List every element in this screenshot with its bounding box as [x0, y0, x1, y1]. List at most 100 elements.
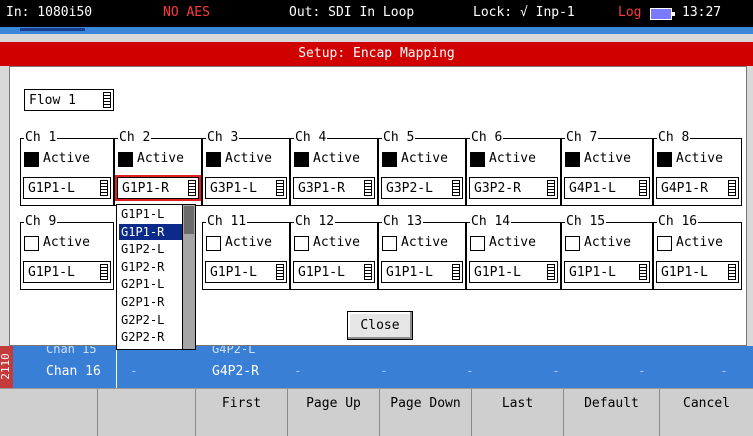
active-label: Active	[137, 151, 184, 166]
mapping-select-value: G1P1-L	[28, 265, 75, 280]
list-option[interactable]: G2P1-L	[119, 276, 183, 292]
list-scrollbar[interactable]	[182, 205, 195, 349]
dropdown-grip-icon	[100, 264, 108, 280]
mapping-select[interactable]: G1P1-L	[23, 177, 111, 199]
active-checkbox[interactable]	[382, 152, 397, 167]
page-up-button[interactable]: Page Up	[288, 389, 380, 436]
mapping-select-value: G1P1-L	[386, 265, 433, 280]
mapping-select-value: G1P1-L	[210, 265, 257, 280]
channel-label: Ch 13	[382, 214, 424, 229]
dropdown-grip-icon	[364, 264, 372, 280]
active-checkbox[interactable]	[294, 236, 309, 251]
active-label: Active	[43, 235, 90, 250]
mapping-select[interactable]: G1P1-L	[381, 261, 463, 283]
flow-select[interactable]: Flow 1	[24, 89, 114, 111]
side-tab: 2110	[0, 346, 13, 388]
mapping-select[interactable]: G1P1-L	[293, 261, 375, 283]
mapping-select[interactable]: G3P2-R	[469, 177, 558, 199]
channel-group: Ch 2 Active G1P1-R	[114, 130, 202, 206]
active-checkbox[interactable]	[657, 152, 672, 167]
list-option[interactable]: G2P1-R	[119, 294, 183, 310]
active-checkbox[interactable]	[470, 236, 485, 251]
row-dash: -	[720, 364, 728, 379]
dropdown-grip-icon	[547, 180, 555, 196]
active-checkbox[interactable]	[24, 152, 39, 167]
active-checkbox[interactable]	[206, 236, 221, 251]
clock: 13:27	[682, 5, 722, 20]
channel-label: Ch 14	[470, 214, 512, 229]
list-option[interactable]: G1P1-R	[119, 223, 183, 240]
channel-group: Ch 15 Active G1P1-L	[561, 214, 653, 290]
column-divider	[116, 346, 117, 388]
mapping-select[interactable]: G4P1-L	[564, 177, 650, 199]
active-label: Active	[225, 151, 272, 166]
last-button[interactable]: Last	[472, 389, 564, 436]
channel-group: Ch 3 Active G3P1-L	[202, 130, 290, 206]
channel-group: Ch 7 Active G4P1-L	[561, 130, 653, 206]
mapping-select[interactable]: G1P1-R	[115, 175, 201, 201]
channel-group: Ch 8 Active G4P1-R	[653, 130, 742, 206]
active-checkbox[interactable]	[294, 152, 309, 167]
mapping-select-value: G4P1-L	[569, 181, 616, 196]
mapping-select[interactable]: G1P1-L	[205, 261, 287, 283]
status-bar: In: 1080i50 NO AES Out: SDI In Loop Lock…	[0, 0, 753, 27]
row-dash: -	[638, 364, 646, 379]
mapping-select-value: G1P1-L	[474, 265, 521, 280]
list-option[interactable]: G1P2-R	[119, 259, 183, 275]
list-option[interactable]: G2P2-R	[119, 329, 183, 345]
active-checkbox[interactable]	[206, 152, 221, 167]
active-label: Active	[313, 235, 360, 250]
list-option[interactable]: G1P2-L	[119, 241, 183, 257]
close-button[interactable]: Close	[347, 311, 413, 340]
mapping-select[interactable]: G3P1-R	[293, 177, 375, 199]
page-down-button[interactable]: Page Down	[380, 389, 472, 436]
dropdown-grip-icon	[276, 180, 284, 196]
mapping-select[interactable]: G3P1-L	[205, 177, 287, 199]
cancel-button[interactable]: Cancel	[660, 389, 753, 436]
row-value: G4P2-R	[212, 364, 259, 379]
channel-label: Ch 7	[565, 130, 599, 145]
dropdown-grip-icon	[452, 264, 460, 280]
aes-alarm: NO AES	[163, 5, 210, 20]
dropdown-grip-icon	[364, 180, 372, 196]
active-checkbox[interactable]	[657, 236, 672, 251]
active-tab-marker	[20, 28, 85, 31]
channel-group: Ch 11 Active G1P1-L	[202, 214, 290, 290]
mapping-select[interactable]: G1P1-L	[656, 261, 739, 283]
row-dash: -	[552, 364, 560, 379]
active-checkbox[interactable]	[470, 152, 485, 167]
active-label: Active	[676, 151, 723, 166]
softkey-2[interactable]	[98, 389, 196, 436]
softkey-1[interactable]	[0, 389, 98, 436]
default-button[interactable]: Default	[564, 389, 660, 436]
row-dash: -	[380, 364, 388, 379]
mapping-select[interactable]: G1P1-L	[469, 261, 558, 283]
mapping-dropdown-list[interactable]: G1P1-L G1P1-R G1P2-L G1P2-R G2P1-L G2P1-R G2P2…	[116, 204, 196, 350]
dropdown-grip-icon	[547, 264, 555, 280]
first-button[interactable]: First	[196, 389, 288, 436]
scrollbar-thumb[interactable]	[184, 206, 194, 234]
active-checkbox[interactable]	[565, 152, 580, 167]
softkey-bar: First Page Up Page Down Last Default Can…	[0, 388, 753, 436]
channel-label: Ch 12	[294, 214, 336, 229]
mapping-select[interactable]: G1P1-L	[564, 261, 650, 283]
active-label: Active	[225, 235, 272, 250]
active-checkbox[interactable]	[382, 236, 397, 251]
list-option[interactable]: G1P1-L	[119, 206, 183, 222]
side-tab-label: 2110	[0, 353, 12, 380]
tab-strip	[0, 27, 753, 34]
mapping-select-value: G4P1-R	[661, 181, 708, 196]
mapping-select[interactable]: G3P2-L	[381, 177, 463, 199]
active-checkbox[interactable]	[118, 152, 133, 167]
active-label: Active	[489, 235, 536, 250]
mapping-select[interactable]: G4P1-R	[656, 177, 739, 199]
mapping-select[interactable]: G1P1-L	[23, 261, 111, 283]
list-option[interactable]: G2P2-L	[119, 312, 183, 328]
row-label: Chan 16	[46, 364, 101, 379]
channel-label: Ch 2	[118, 130, 152, 145]
active-checkbox[interactable]	[24, 236, 39, 251]
battery-icon	[650, 8, 675, 20]
dropdown-grip-icon	[188, 180, 196, 196]
active-checkbox[interactable]	[565, 236, 580, 251]
log-indicator: Log	[618, 5, 642, 20]
